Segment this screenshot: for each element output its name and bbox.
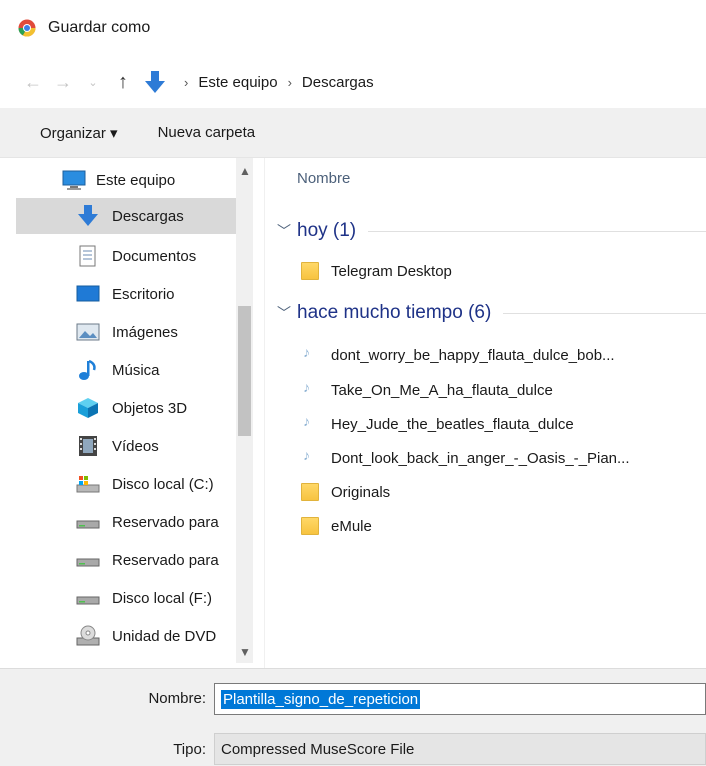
list-item[interactable]: Telegram Desktop xyxy=(301,258,452,284)
nav-item-este-equipo[interactable]: Este equipo xyxy=(16,162,236,198)
document-icon xyxy=(79,245,96,267)
title-bar: Guardar como xyxy=(0,0,706,56)
drive-icon xyxy=(76,520,100,529)
3d-objects-icon xyxy=(78,398,98,418)
desktop-icon xyxy=(76,285,100,302)
folder-icon xyxy=(301,262,319,280)
musescore-file-icon xyxy=(301,379,319,399)
nav-item-descargas[interactable]: Descargas xyxy=(16,198,236,234)
group-divider xyxy=(503,312,706,314)
nav-item-label: Música xyxy=(112,361,160,379)
group-label: hace mucho tiempo (6) xyxy=(297,302,492,323)
file-name: Hey_Jude_the_beatles_flauta_dulce xyxy=(331,415,574,433)
nav-item-unidad-dvd[interactable]: Unidad de DVD xyxy=(16,618,236,654)
file-name-value: Plantilla_signo_de_repeticion xyxy=(221,689,421,709)
file-type-select[interactable]: Compressed MuseScore File xyxy=(214,733,706,765)
downloads-icon xyxy=(78,205,98,226)
organize-button[interactable]: Organizar ▾ xyxy=(40,124,118,142)
chrome-icon xyxy=(18,19,36,37)
file-name-label: Nombre: xyxy=(148,690,206,707)
pictures-icon xyxy=(76,323,100,341)
file-name: dont_worry_be_happy_flauta_dulce_bob... xyxy=(331,346,615,364)
chevron-down-icon[interactable]: ﹀ xyxy=(277,221,291,241)
window-title: Guardar como xyxy=(48,19,151,36)
nav-item-label: Descargas xyxy=(112,207,184,225)
nav-item-label: Imágenes xyxy=(112,323,178,341)
nav-item-musica[interactable]: Música xyxy=(16,352,236,388)
up-arrow-icon[interactable]: ↑ xyxy=(108,71,138,94)
nav-item-label: Escritorio xyxy=(112,285,175,303)
list-item[interactable]: Hey_Jude_the_beatles_flauta_dulce xyxy=(301,411,574,437)
nav-item-objetos-3d[interactable]: Objetos 3D xyxy=(16,390,236,426)
folder-icon xyxy=(301,483,319,501)
nav-item-label: Unidad de DVD xyxy=(112,627,217,645)
nav-item-label: Vídeos xyxy=(112,437,159,455)
musescore-file-icon xyxy=(301,344,319,364)
list-item[interactable]: eMule xyxy=(301,513,372,539)
drive-icon xyxy=(76,596,100,605)
nav-item-disco-local-c[interactable]: Disco local (C:) xyxy=(16,466,236,502)
nav-item-label: Reservado para xyxy=(112,551,219,569)
breadcrumb-item-descargas[interactable]: Descargas xyxy=(302,74,374,91)
scroll-up-chevron-icon[interactable]: ▲ xyxy=(239,164,251,178)
breadcrumb-separator-icon: › xyxy=(287,74,292,90)
scroll-down-chevron-icon[interactable]: ▼ xyxy=(239,645,251,659)
nav-item-escritorio[interactable]: Escritorio xyxy=(16,276,236,312)
musescore-file-icon xyxy=(301,447,319,467)
column-header-name[interactable]: Nombre xyxy=(297,170,350,187)
list-item[interactable]: Take_On_Me_A_ha_flauta_dulce xyxy=(301,377,553,403)
nav-pane-scrollbar[interactable]: ▲ ▼ xyxy=(236,158,253,663)
list-item[interactable]: Originals xyxy=(301,479,390,505)
nav-item-disco-local-f[interactable]: Disco local (F:) xyxy=(16,580,236,616)
file-name: Dont_look_back_in_anger_-_Oasis_-_Pian..… xyxy=(331,449,630,467)
breadcrumb: › Este equipo › Descargas xyxy=(174,74,374,91)
recent-locations-chevron-icon[interactable]: ⌄ xyxy=(78,76,108,89)
scrollbar-thumb[interactable] xyxy=(238,306,251,436)
computer-icon xyxy=(62,170,86,190)
file-name: Telegram Desktop xyxy=(331,262,452,280)
group-divider xyxy=(368,230,706,232)
file-name: eMule xyxy=(331,517,372,535)
file-type-value: Compressed MuseScore File xyxy=(221,740,415,758)
breadcrumb-item-este-equipo[interactable]: Este equipo xyxy=(198,74,277,91)
save-form: Nombre: Plantilla_signo_de_repeticion Ti… xyxy=(0,668,706,766)
nav-item-videos[interactable]: Vídeos xyxy=(16,428,236,464)
group-header-hoy[interactable]: ﹀ hoy (1) xyxy=(277,220,706,242)
drive-icon xyxy=(76,558,100,567)
address-bar: ← → ⌄ ↑ › Este equipo › Descargas xyxy=(0,56,706,108)
videos-icon xyxy=(79,436,97,456)
folder-icon xyxy=(301,517,319,535)
back-arrow-icon[interactable]: ← xyxy=(18,72,48,93)
nav-item-label: Objetos 3D xyxy=(112,399,188,417)
command-bar: Organizar ▾ Nueva carpeta xyxy=(0,108,706,158)
nav-item-label: Este equipo xyxy=(96,171,176,189)
group-label: hoy (1) xyxy=(297,220,357,241)
breadcrumb-separator-icon: › xyxy=(184,74,189,90)
nav-item-imagenes[interactable]: Imágenes xyxy=(16,314,236,350)
nav-item-reservado-1[interactable]: Reservado para xyxy=(16,504,236,540)
file-type-label: Tipo: xyxy=(173,741,206,758)
file-name-input[interactable]: Plantilla_signo_de_repeticion xyxy=(214,683,706,715)
file-name: Take_On_Me_A_ha_flauta_dulce xyxy=(331,381,553,399)
navigation-pane: Este equipo Descargas Documentos Escrito… xyxy=(0,158,265,668)
music-icon xyxy=(79,359,96,380)
drive-icon xyxy=(76,476,100,493)
file-name: Originals xyxy=(331,483,391,501)
downloads-location-icon xyxy=(145,71,165,93)
nav-item-label: Documentos xyxy=(112,247,197,265)
nav-item-reservado-2[interactable]: Reservado para xyxy=(16,542,236,578)
group-header-hace-mucho-tiempo[interactable]: ﹀ hace mucho tiempo (6) xyxy=(277,302,706,324)
list-item[interactable]: dont_worry_be_happy_flauta_dulce_bob... xyxy=(301,342,615,368)
file-list: Nombre ﹀ hoy (1) Telegram Desktop ﹀ hace… xyxy=(265,158,706,668)
new-folder-button[interactable]: Nueva carpeta xyxy=(158,124,256,141)
chevron-down-icon[interactable]: ﹀ xyxy=(277,303,291,323)
nav-item-label: Disco local (C:) xyxy=(112,475,214,493)
list-item[interactable]: Dont_look_back_in_anger_-_Oasis_-_Pian..… xyxy=(301,445,630,471)
dvd-icon xyxy=(76,625,100,646)
nav-item-label: Reservado para xyxy=(112,513,219,531)
musescore-file-icon xyxy=(301,413,319,433)
nav-item-documentos[interactable]: Documentos xyxy=(16,238,236,274)
nav-item-label: Disco local (F:) xyxy=(112,589,213,607)
forward-arrow-icon[interactable]: → xyxy=(48,72,78,93)
